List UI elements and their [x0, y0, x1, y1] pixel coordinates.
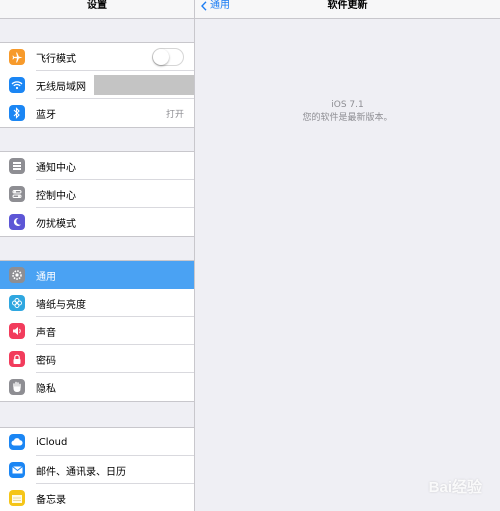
chevron-left-icon	[201, 1, 207, 11]
sidebar-item-passcode[interactable]: 密码	[0, 345, 194, 373]
sidebar-item-label: 备忘录	[36, 494, 66, 506]
sidebar-item-do-not-disturb[interactable]: 勿扰模式	[0, 208, 194, 236]
back-button-label: 通用	[210, 0, 230, 11]
mail-icon	[9, 462, 25, 478]
update-status-message: 您的软件是最新版本。	[302, 113, 393, 123]
sidebar-title: 设置	[0, 0, 194, 19]
redacted-network-name	[94, 75, 194, 95]
sidebar-item-label: 墙纸与亮度	[36, 299, 86, 311]
sidebar-item-label: 蓝牙	[36, 109, 56, 121]
control-center-icon	[9, 186, 25, 202]
wifi-icon	[9, 77, 25, 93]
notes-icon	[9, 490, 25, 506]
sidebar-item-privacy[interactable]: 隐私	[0, 373, 194, 401]
ios-version: iOS 7.1	[331, 100, 364, 110]
airplane-icon	[9, 49, 25, 65]
back-button[interactable]: 通用	[201, 0, 230, 12]
lock-icon	[9, 351, 25, 367]
moon-icon	[9, 214, 25, 230]
sidebar-item-label: 控制中心	[36, 190, 76, 202]
sidebar-item-label: 密码	[36, 355, 56, 367]
sidebar-item-airplane-mode[interactable]: 飞行模式	[0, 43, 194, 71]
sidebar-item-label: 隐私	[36, 383, 56, 395]
hand-icon	[9, 379, 25, 395]
sidebar-item-icloud[interactable]: iCloud	[0, 428, 194, 456]
settings-group-general: 通用 墙纸与亮度 声音 密码 隐私	[0, 260, 194, 402]
settings-group-connectivity: 飞行模式 无线局域网 蓝牙 打开	[0, 42, 194, 128]
sidebar-item-label: 声音	[36, 327, 56, 339]
airplane-mode-toggle[interactable]	[152, 48, 184, 66]
notification-center-icon	[9, 158, 25, 174]
settings-sidebar: 设置 飞行模式 无线局域网 蓝牙 打开 通知中心 控制中心 勿扰模式 通用 墙纸…	[0, 0, 195, 511]
page-title: 软件更新	[327, 0, 368, 11]
sidebar-item-general[interactable]: 通用	[0, 261, 194, 289]
sidebar-item-mail-contacts-calendars[interactable]: 邮件、通讯录、日历	[0, 456, 194, 484]
gear-icon	[9, 267, 25, 283]
cloud-icon	[9, 434, 25, 450]
sidebar-item-wifi[interactable]: 无线局域网	[0, 71, 194, 99]
sidebar-item-notification-center[interactable]: 通知中心	[0, 152, 194, 180]
watermark-logo: Bai经验	[428, 479, 482, 496]
sidebar-item-label: iCloud	[36, 436, 68, 448]
sidebar-item-bluetooth[interactable]: 蓝牙 打开	[0, 99, 194, 127]
sidebar-item-wallpaper-brightness[interactable]: 墙纸与亮度	[0, 289, 194, 317]
sidebar-item-notes[interactable]: 备忘录	[0, 484, 194, 511]
sidebar-item-label: 通知中心	[36, 162, 76, 174]
toggle-knob	[153, 49, 169, 65]
sidebar-item-label: 邮件、通讯录、日历	[36, 466, 126, 478]
wallpaper-icon	[9, 295, 25, 311]
speaker-icon	[9, 323, 25, 339]
sidebar-item-sounds[interactable]: 声音	[0, 317, 194, 345]
bluetooth-status: 打开	[165, 109, 184, 120]
bluetooth-icon	[9, 105, 25, 121]
sidebar-item-label: 通用	[36, 271, 56, 283]
sidebar-item-control-center[interactable]: 控制中心	[0, 180, 194, 208]
sidebar-item-label: 勿扰模式	[36, 218, 76, 230]
settings-group-system: 通知中心 控制中心 勿扰模式	[0, 151, 194, 237]
detail-navbar: 软件更新 通用	[195, 0, 500, 19]
settings-group-accounts: iCloud 邮件、通讯录、日历 备忘录	[0, 427, 194, 511]
